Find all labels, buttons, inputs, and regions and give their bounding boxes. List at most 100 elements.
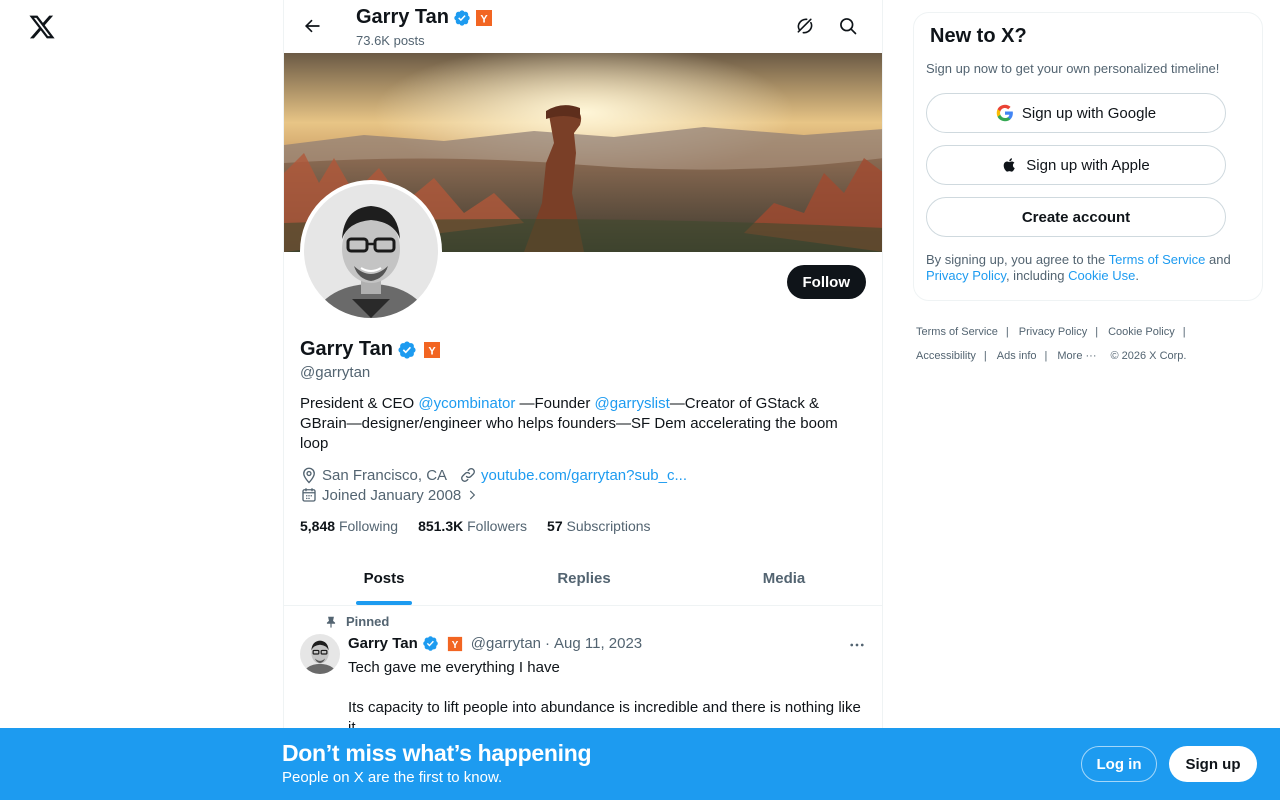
profile-column: Garry Tan Y 73.6K posts Follow Garry Tan…	[283, 0, 883, 800]
profile-name: Garry Tan Y	[300, 338, 441, 361]
signup-google-label: Sign up with Google	[1021, 104, 1157, 122]
tweet-avatar[interactable]	[300, 634, 340, 674]
signup-prompt-bar: Don’t miss what’s happening People on X …	[0, 728, 1280, 800]
joined-item[interactable]: Joined January 2008	[300, 486, 479, 504]
footer-copyright: © 2026 X Corp.	[1110, 350, 1187, 362]
create-account-button[interactable]: Create account	[926, 197, 1226, 237]
header-name: Garry Tan Y	[356, 6, 493, 29]
search-button[interactable]	[831, 9, 865, 43]
followers-count: 851.3K	[418, 518, 464, 534]
tweet-author-handle[interactable]: @garrytan	[471, 635, 541, 652]
signup-card-title: New to X?	[930, 25, 1027, 47]
followers-stat[interactable]: 851.3K Followers	[418, 518, 527, 534]
pinned-label: Pinned	[346, 614, 390, 629]
pin-icon	[326, 616, 336, 628]
prompt-title: Don’t miss what’s happening	[282, 740, 592, 766]
prompt-subtitle: People on X are the first to know.	[282, 769, 503, 786]
signup-google-button[interactable]: Sign up with Google	[926, 93, 1226, 133]
bio-mention-link[interactable]: @garryslist	[595, 395, 670, 412]
login-button[interactable]: Log in	[1081, 746, 1157, 782]
footer-cookie-link[interactable]: Cookie Policy	[1108, 326, 1175, 338]
header-name-text: Garry Tan	[356, 6, 449, 28]
subscriptions-label: Subscriptions	[566, 518, 651, 534]
tweet-date[interactable]: Aug 11, 2023	[554, 635, 642, 652]
tweet-header: Garry Tan Y @garrytan · Aug 11, 2023	[348, 635, 642, 652]
joined-text: Joined January 2008	[322, 486, 462, 504]
legal-text: .	[1135, 268, 1139, 283]
privacy-link[interactable]: Privacy Policy	[926, 268, 1006, 283]
chevron-right-icon	[470, 490, 476, 500]
pinned-indicator: Pinned	[324, 614, 389, 629]
bio-text: President & CEO	[300, 395, 419, 412]
back-button[interactable]	[295, 9, 329, 43]
following-label: Following	[338, 518, 399, 534]
x-logo-icon[interactable]	[28, 13, 56, 41]
link-icon	[461, 468, 475, 482]
profile-name-text: Garry Tan	[300, 338, 393, 360]
legal-text: and	[1205, 252, 1231, 267]
profile-avatar[interactable]	[300, 180, 442, 322]
google-icon	[996, 104, 1013, 122]
website-item: youtube.com/garrytan?sub_c...	[459, 466, 687, 484]
subscriptions-stat[interactable]: 57 Subscriptions	[547, 518, 651, 534]
subscriptions-count: 57	[547, 518, 563, 534]
footer-privacy-link[interactable]: Privacy Policy	[1019, 326, 1087, 338]
verified-badge-icon	[453, 9, 471, 27]
tweet-text: Tech gave me everything I have Its capac…	[348, 659, 861, 736]
grok-icon	[797, 18, 813, 34]
profile-bio: President & CEO @ycombinator —Founder @g…	[300, 394, 860, 454]
footer-divider: |	[1182, 326, 1186, 338]
signup-apple-label: Sign up with Apple	[1026, 156, 1150, 174]
footer-links: Terms of Service | Privacy Policy | Cookie P…	[916, 320, 1256, 368]
footer-more-link[interactable]: More ···	[1057, 350, 1096, 362]
verified-badge-icon	[422, 635, 439, 652]
more-dots-icon	[850, 643, 864, 647]
footer-accessibility-link[interactable]: Accessibility	[916, 350, 976, 362]
followers-label: Followers	[467, 518, 528, 534]
profile-tabs: Posts Replies Media	[284, 552, 882, 606]
bio-text: —Founder	[515, 395, 595, 412]
tab-replies[interactable]: Replies	[484, 552, 684, 605]
tab-label: Media	[762, 570, 806, 587]
tweet-author-name[interactable]: Garry Tan	[348, 635, 418, 652]
legal-text: By signing up, you agree to the	[926, 252, 1109, 267]
profile-header-bar: Garry Tan Y 73.6K posts	[284, 0, 882, 53]
footer-ads-link[interactable]: Ads info	[997, 350, 1037, 362]
website-link[interactable]: youtube.com/garrytan?sub_c...	[481, 467, 687, 484]
calendar-icon	[302, 488, 316, 502]
active-tab-indicator	[356, 601, 412, 605]
bio-mention-link[interactable]: @ycombinator	[418, 395, 515, 412]
grok-button[interactable]	[788, 9, 822, 43]
footer-divider: |	[1005, 326, 1009, 338]
search-icon	[840, 18, 857, 35]
y-combinator-badge-icon: Y	[475, 9, 493, 27]
cookie-use-link[interactable]: Cookie Use	[1068, 268, 1135, 283]
profile-handle: @garrytan	[300, 364, 371, 381]
tweet-separator: ·	[545, 635, 551, 652]
location-text: San Francisco, CA	[322, 466, 448, 484]
profile-joined-row: Joined January 2008	[300, 486, 491, 504]
svg-text:Y: Y	[480, 13, 488, 25]
verified-badge-icon[interactable]	[397, 340, 417, 360]
footer-terms-link[interactable]: Terms of Service	[916, 326, 998, 338]
profile-stats: 5,848 Following 851.3K Followers 57 Subs…	[300, 518, 651, 534]
y-combinator-badge-icon: Y	[447, 636, 463, 652]
footer-divider: |	[1095, 326, 1099, 338]
terms-link[interactable]: Terms of Service	[1109, 252, 1206, 267]
y-combinator-badge-icon[interactable]: Y	[423, 341, 441, 359]
footer-divider: |	[1044, 350, 1048, 362]
svg-text:Y: Y	[428, 345, 436, 357]
tweet-more-button[interactable]	[844, 632, 870, 658]
following-stat[interactable]: 5,848 Following	[300, 518, 398, 534]
arrow-left-icon	[304, 19, 320, 33]
signup-card: New to X? Sign up now to get your own pe…	[913, 12, 1263, 301]
svg-text:Y: Y	[451, 640, 458, 651]
apple-icon	[1003, 158, 1015, 172]
tab-posts[interactable]: Posts	[284, 552, 484, 605]
legal-text: , including	[1005, 268, 1069, 283]
signup-button[interactable]: Sign up	[1169, 746, 1257, 782]
follow-button[interactable]: Follow	[786, 265, 866, 299]
signup-legal-text: By signing up, you agree to the Terms of…	[926, 252, 1256, 284]
tab-media[interactable]: Media	[684, 552, 882, 605]
signup-apple-button[interactable]: Sign up with Apple	[926, 145, 1226, 185]
